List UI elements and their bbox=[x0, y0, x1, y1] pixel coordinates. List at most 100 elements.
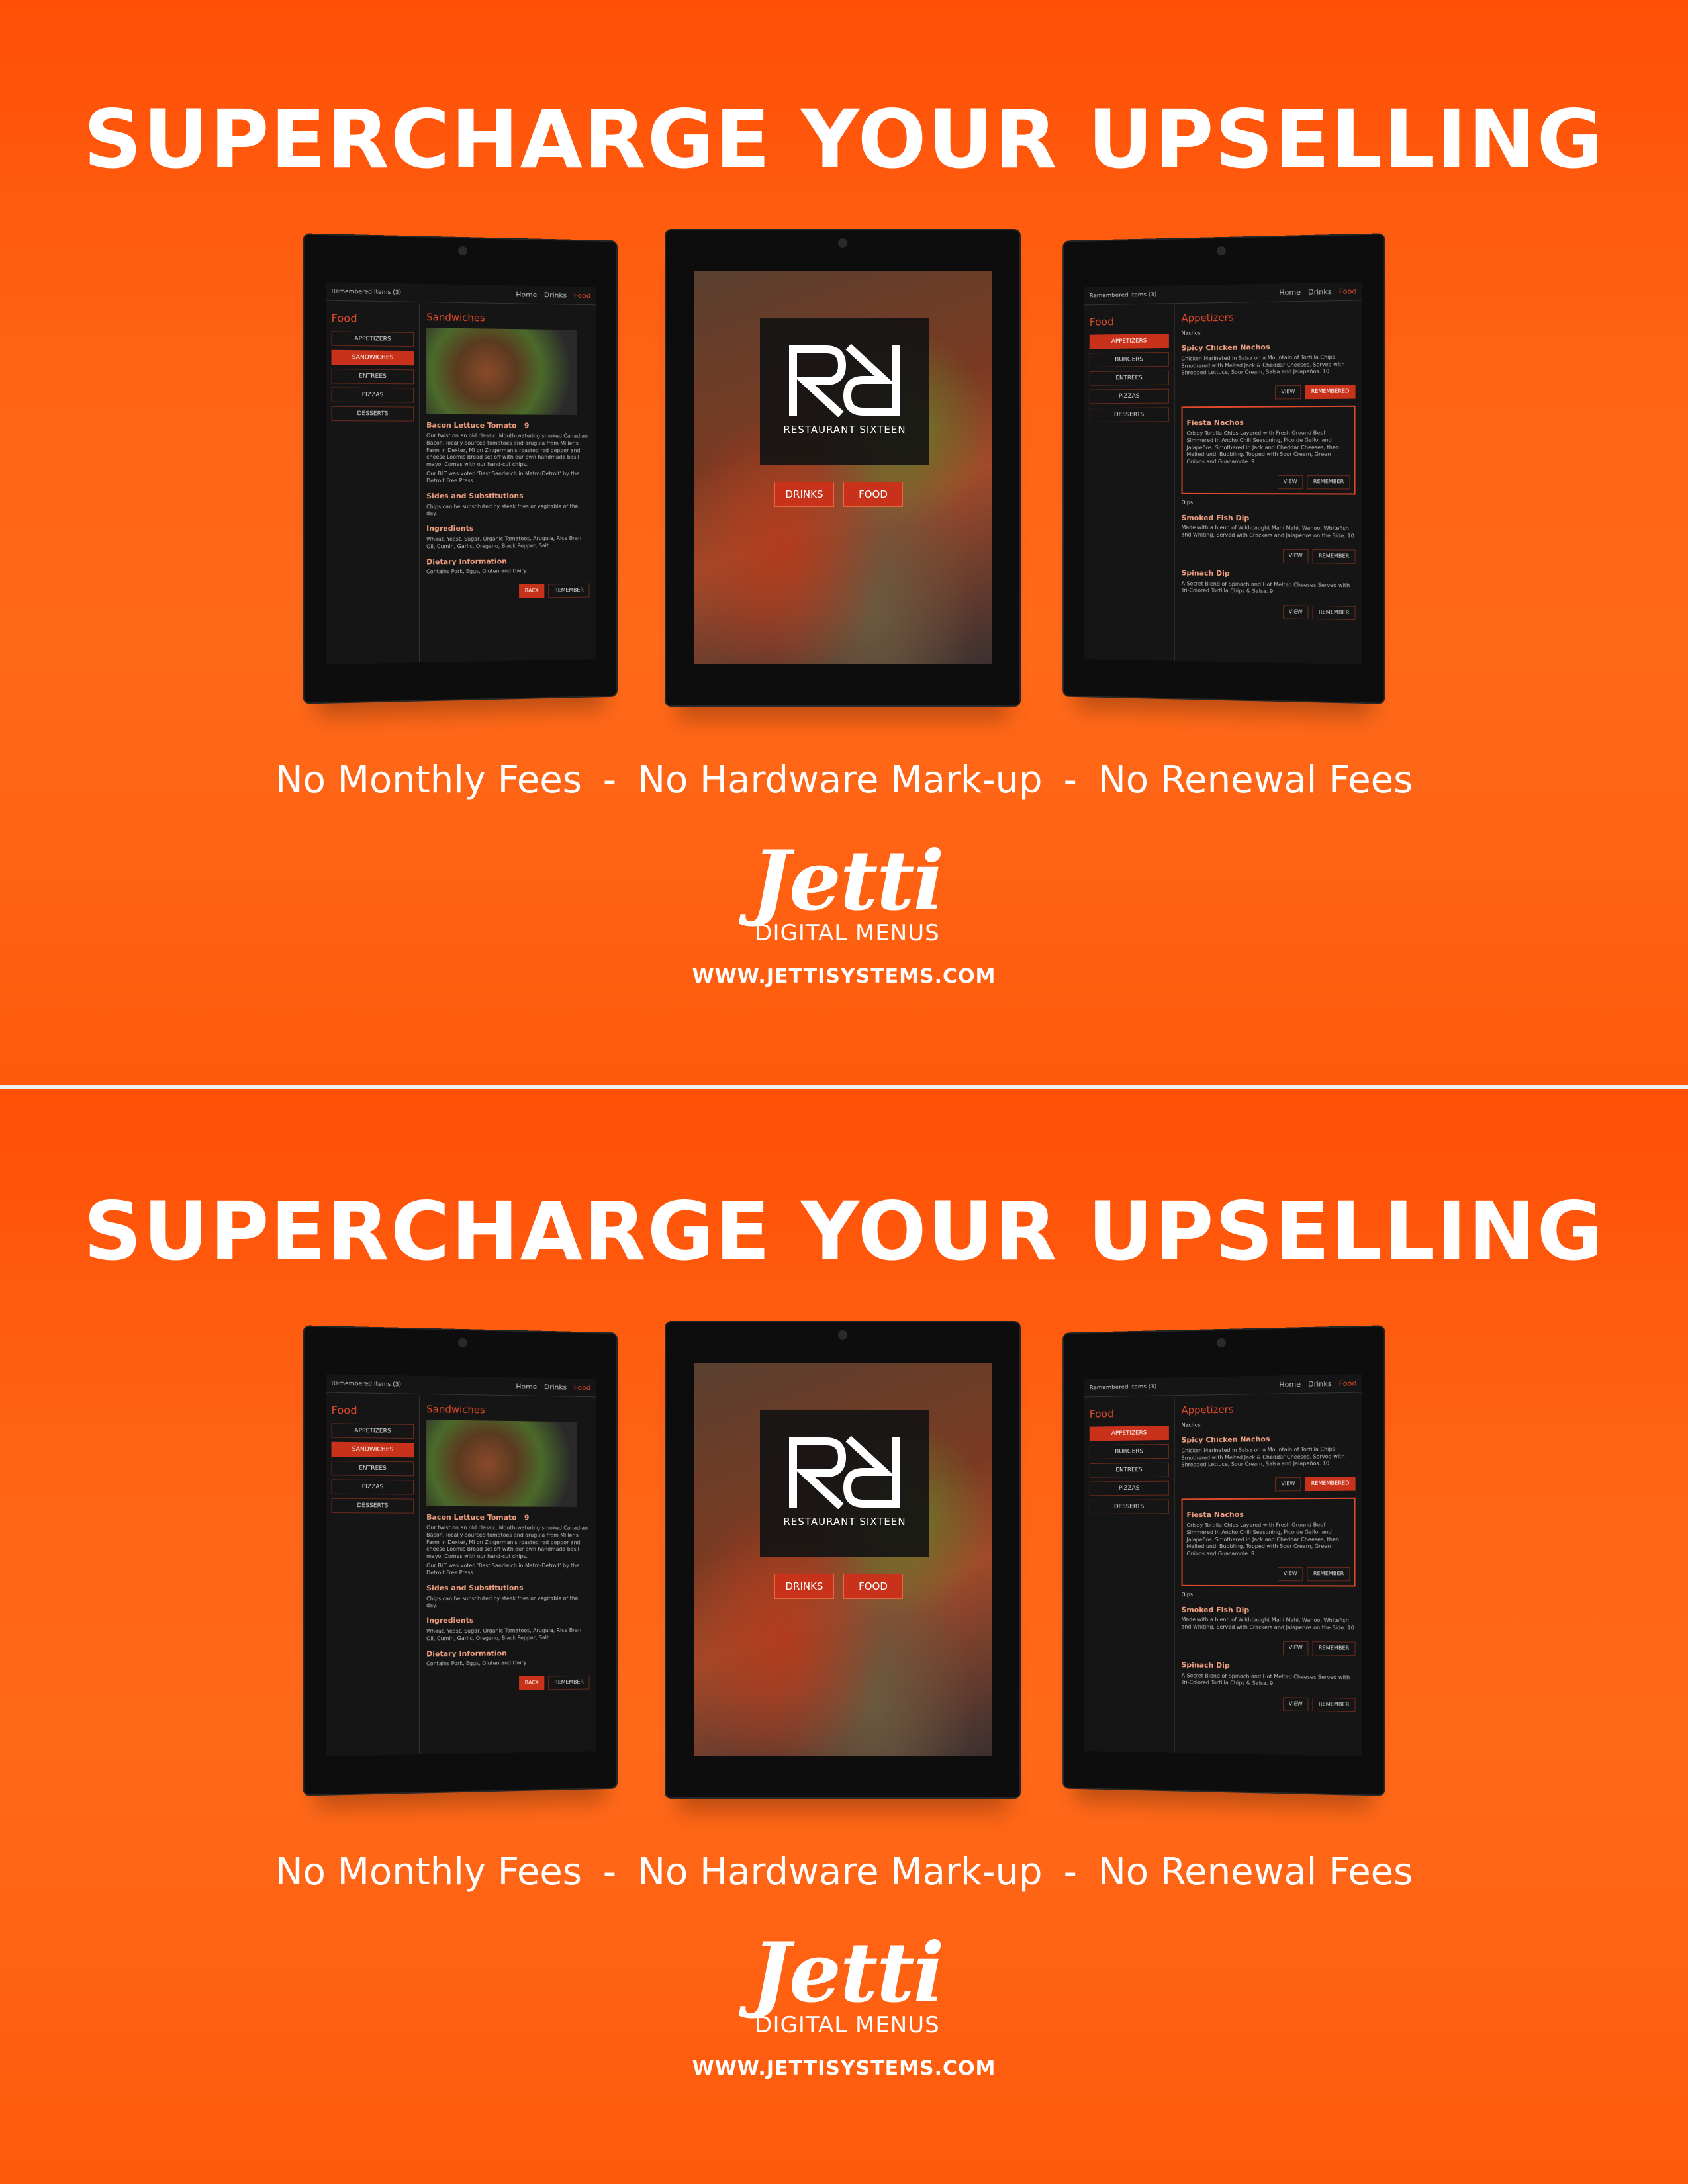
restaurant-name: RESTAURANT SIXTEEN bbox=[783, 424, 906, 435]
view-button[interactable]: View bbox=[1277, 475, 1303, 489]
menu-item-card: Smoked Fish Dip Made with a blend of Wil… bbox=[1182, 1605, 1356, 1656]
category-entrees[interactable]: Entrees bbox=[1089, 370, 1169, 386]
restaurant-logo-box: RESTAURANT SIXTEEN bbox=[760, 1410, 929, 1557]
website-url[interactable]: WWW.JETTISYSTEMS.COM bbox=[0, 965, 1688, 988]
category-entrees[interactable]: Entrees bbox=[331, 1461, 414, 1477]
app-nav: Home Drinks Food bbox=[511, 1382, 591, 1392]
nav-home[interactable]: Home bbox=[1279, 288, 1301, 297]
remember-button[interactable]: Remember bbox=[548, 1675, 590, 1690]
menu-screen: Remembered Items (3) Home Drinks Food Fo… bbox=[1084, 1374, 1362, 1757]
category-title: Sandwiches bbox=[426, 1403, 485, 1416]
category-desserts[interactable]: Desserts bbox=[1089, 407, 1169, 422]
category-entrees[interactable]: Entrees bbox=[1089, 1462, 1169, 1478]
app-body: Food Appetizers Sandwiches Entrees Pizza… bbox=[326, 302, 596, 664]
category-appetizers[interactable]: Appetizers bbox=[1089, 1426, 1169, 1441]
remember-button[interactable]: Remember bbox=[1312, 549, 1356, 564]
view-button[interactable]: View bbox=[1282, 605, 1309, 619]
nav-food[interactable]: Food bbox=[574, 291, 591, 300]
item-description: Crispy Tortilla Chips Layered with Fresh… bbox=[1186, 430, 1340, 465]
feature-2: No Hardware Mark-up bbox=[637, 758, 1043, 801]
view-button[interactable]: View bbox=[1277, 1567, 1303, 1581]
remembered-button[interactable]: Remembered bbox=[1305, 385, 1356, 400]
view-button[interactable]: View bbox=[1282, 1697, 1309, 1711]
nav-drinks[interactable]: Drinks bbox=[544, 291, 567, 299]
menu-screen: Remembered Items (3) Home Drinks Food Fo… bbox=[1084, 282, 1362, 665]
nav-drinks[interactable]: Drinks bbox=[1308, 1379, 1332, 1388]
feature-separator: - bbox=[602, 758, 617, 801]
tablet-center: RESTAURANT SIXTEEN DRINKS FOOD bbox=[665, 229, 1021, 707]
remembered-items-link[interactable]: Remembered Items (3) bbox=[332, 288, 402, 296]
app-body: Food Appetizers Burgers Entrees Pizzas D… bbox=[1084, 302, 1362, 665]
remember-button[interactable]: Remember bbox=[548, 583, 590, 598]
item-actions: View Remembered bbox=[1182, 1477, 1356, 1492]
brand-tagline: DIGITAL MENUS bbox=[755, 920, 940, 946]
remember-button[interactable]: Remember bbox=[1312, 1641, 1356, 1656]
nav-drinks[interactable]: Drinks bbox=[544, 1383, 567, 1391]
category-pizzas[interactable]: Pizzas bbox=[1089, 388, 1169, 404]
category-pizzas[interactable]: Pizzas bbox=[331, 1479, 414, 1495]
drinks-button[interactable]: DRINKS bbox=[774, 482, 834, 507]
category-pizzas[interactable]: Pizzas bbox=[1089, 1480, 1169, 1496]
menu-screen: Remembered Items (3) Home Drinks Food Fo… bbox=[326, 282, 596, 664]
sides-title: Sides and Substitutions bbox=[426, 1583, 524, 1592]
view-button[interactable]: View bbox=[1282, 1641, 1309, 1655]
item-note: Our BLT was voted 'Best Sandwich in Metr… bbox=[426, 1563, 579, 1576]
view-button[interactable]: View bbox=[1275, 1477, 1301, 1492]
website-url[interactable]: WWW.JETTISYSTEMS.COM bbox=[0, 2057, 1688, 2080]
item-title: Spinach Dip bbox=[1181, 1661, 1230, 1670]
category-burgers[interactable]: Burgers bbox=[1089, 1443, 1169, 1460]
nav-home[interactable]: Home bbox=[516, 290, 537, 298]
nav-food[interactable]: Food bbox=[574, 1383, 591, 1392]
food-button[interactable]: FOOD bbox=[843, 482, 903, 507]
remember-button[interactable]: Remember bbox=[1312, 606, 1356, 620]
remembered-items-link[interactable]: Remembered Items (3) bbox=[332, 1380, 402, 1388]
remembered-button[interactable]: Remembered bbox=[1305, 1477, 1356, 1492]
item-actions: View Remember bbox=[1186, 475, 1350, 490]
category-desserts[interactable]: Desserts bbox=[331, 406, 414, 422]
app-topbar: Remembered Items (3) Home Drinks Food bbox=[326, 1374, 596, 1398]
nav-food[interactable]: Food bbox=[1339, 287, 1357, 296]
food-button[interactable]: FOOD bbox=[843, 1574, 903, 1599]
nav-home[interactable]: Home bbox=[1279, 1380, 1301, 1389]
remembered-items-link[interactable]: Remembered Items (3) bbox=[1090, 291, 1157, 299]
feature-2: No Hardware Mark-up bbox=[637, 1850, 1043, 1893]
detail-actions: Back Remember bbox=[426, 583, 590, 600]
view-button[interactable]: View bbox=[1282, 549, 1309, 563]
view-button[interactable]: View bbox=[1275, 385, 1301, 400]
item-description: Our twist on an old classic. Mouth-water… bbox=[426, 1524, 588, 1560]
dietary-text: Contains Pork, Eggs, Gluten and Dairy bbox=[426, 1660, 527, 1667]
category-burgers[interactable]: Burgers bbox=[1089, 351, 1169, 368]
group-label: Nachos bbox=[1181, 1422, 1201, 1429]
remember-button[interactable]: Remember bbox=[1307, 475, 1350, 490]
ingredients-text: Wheat, Yeast, Sugar, Organic Tomatoes, A… bbox=[426, 1627, 582, 1642]
nav-home[interactable]: Home bbox=[516, 1382, 537, 1390]
back-button[interactable]: Back bbox=[518, 584, 545, 598]
back-button[interactable]: Back bbox=[518, 1676, 545, 1690]
category-sandwiches[interactable]: Sandwiches bbox=[331, 1441, 414, 1458]
ingredients-title: Ingredients bbox=[426, 524, 474, 533]
menu-item-card-highlighted: Fiesta Nachos Crispy Tortilla Chips Laye… bbox=[1181, 405, 1356, 495]
category-desserts[interactable]: Desserts bbox=[1089, 1499, 1169, 1514]
app-topbar: Remembered Items (3) Home Drinks Food bbox=[1084, 282, 1362, 306]
nav-food[interactable]: Food bbox=[1339, 1379, 1357, 1388]
category-appetizers[interactable]: Appetizers bbox=[331, 331, 414, 347]
brand-name: Jetti bbox=[751, 833, 944, 929]
item-list: Appetizers Nachos Spicy Chicken Nachos C… bbox=[1175, 302, 1362, 665]
remember-button[interactable]: Remember bbox=[1312, 1698, 1356, 1712]
category-entrees[interactable]: Entrees bbox=[331, 369, 414, 385]
tablet-right: Remembered Items (3) Home Drinks Food Fo… bbox=[1062, 233, 1385, 704]
remembered-items-link[interactable]: Remembered Items (3) bbox=[1090, 1383, 1157, 1391]
restaurant-logo-icon bbox=[789, 344, 900, 417]
category-sandwiches[interactable]: Sandwiches bbox=[331, 349, 414, 366]
item-description: A Secret Blend of Spinach and Hot Melted… bbox=[1181, 580, 1350, 595]
menu-item-card: Smoked Fish Dip Made with a blend of Wil… bbox=[1182, 513, 1356, 564]
headline: SUPERCHARGE YOUR UPSELLING bbox=[83, 1185, 1605, 1279]
category-appetizers[interactable]: Appetizers bbox=[331, 1423, 414, 1439]
remember-button[interactable]: Remember bbox=[1307, 1567, 1350, 1582]
drinks-button[interactable]: DRINKS bbox=[774, 1574, 834, 1599]
section-title: Food bbox=[331, 311, 357, 325]
category-appetizers[interactable]: Appetizers bbox=[1089, 334, 1169, 349]
category-desserts[interactable]: Desserts bbox=[331, 1498, 414, 1514]
nav-drinks[interactable]: Drinks bbox=[1308, 287, 1332, 296]
category-pizzas[interactable]: Pizzas bbox=[331, 387, 414, 403]
